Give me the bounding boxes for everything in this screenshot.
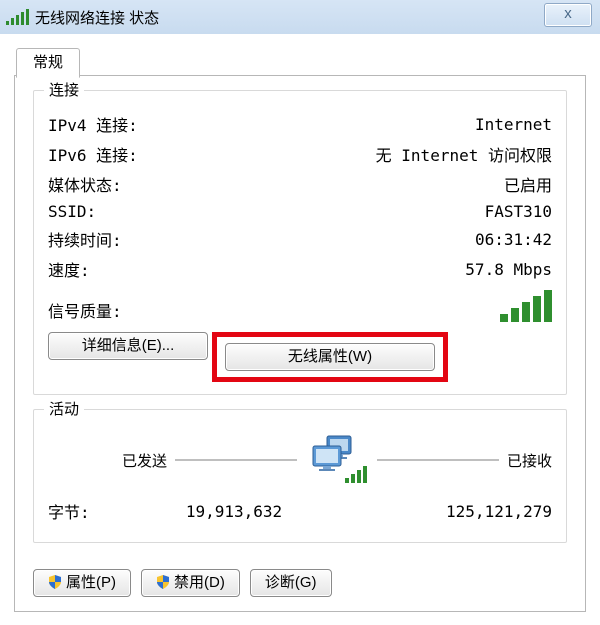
label-signal: 信号质量: [48,298,122,322]
client-area: 常规 连接 IPv4 连接: Internet IPv6 连接: 无 Inter… [0,34,600,625]
signal-bars-icon [500,290,552,322]
label-duration: 持续时间: [48,227,122,251]
value-duration: 06:31:42 [475,230,552,249]
label-bytes: 字节: [48,499,128,523]
highlight-wireless-properties: 无线属性(W) [212,332,448,382]
diagnose-button-label: 诊断(G) [265,574,317,591]
wifi-signal-icon [6,9,29,25]
connection-buttons: 详细信息(E)... 无线属性(W) [48,332,552,382]
activity-header-row: 已发送 [48,434,552,486]
tabstrip: 常规 [14,44,586,76]
label-ssid: SSID: [48,202,96,221]
label-speed: 速度: [48,257,90,281]
window-title: 无线网络连接 状态 [35,7,159,28]
disable-button[interactable]: 禁用(D) [141,569,240,597]
details-button[interactable]: 详细信息(E)... [48,332,208,360]
group-connection: 连接 IPv4 连接: Internet IPv6 连接: 无 Internet… [33,90,567,395]
label-received: 已接收 [507,450,552,471]
network-activity-icon [305,434,369,486]
label-ipv4: IPv4 连接: [48,112,138,136]
row-ipv4: IPv4 连接: Internet [48,109,552,139]
value-ssid: FAST310 [485,202,552,221]
group-activity: 活动 已发送 [33,409,567,543]
label-media: 媒体状态: [48,172,122,196]
window: 无线网络连接 状态 x 常规 连接 IPv4 连接: Internet IPv6… [0,0,600,625]
value-speed: 57.8 Mbps [465,260,552,279]
value-ipv6: 无 Internet 访问权限 [376,142,552,166]
divider-left [175,459,297,461]
properties-button-label: 属性(P) [66,574,116,591]
value-media: 已启用 [504,172,552,196]
value-bytes-received: 125,121,279 [340,502,552,521]
group-connection-legend: 连接 [44,79,84,100]
label-sent: 已发送 [122,450,167,471]
titlebar[interactable]: 无线网络连接 状态 x [0,0,600,35]
tab-general-label: 常规 [33,54,63,71]
tab-page: 连接 IPv4 连接: Internet IPv6 连接: 无 Internet… [14,76,586,612]
shield-icon [156,572,170,586]
row-duration: 持续时间: 06:31:42 [48,224,552,254]
disable-button-label: 禁用(D) [174,574,225,591]
row-media: 媒体状态: 已启用 [48,169,552,199]
close-icon: x [564,5,572,22]
row-ssid: SSID: FAST310 [48,199,552,224]
details-button-label: 详细信息(E)... [82,337,175,354]
row-signal: 信号质量: [48,290,552,322]
value-bytes-sent: 19,913,632 [128,502,340,521]
diagnose-button[interactable]: 诊断(G) [250,569,332,597]
tab-general[interactable]: 常规 [16,48,80,78]
divider-right [377,459,499,461]
wireless-properties-button[interactable]: 无线属性(W) [225,343,435,371]
shield-icon [48,572,62,586]
value-ipv4: Internet [475,115,552,134]
row-bytes: 字节: 19,913,632 125,121,279 [48,496,552,526]
row-ipv6: IPv6 连接: 无 Internet 访问权限 [48,139,552,169]
label-ipv6: IPv6 连接: [48,142,138,166]
properties-button[interactable]: 属性(P) [33,569,131,597]
close-button[interactable]: x [544,3,592,27]
bottom-button-row: 属性(P) 禁用(D) 诊断(G) [33,569,332,597]
wireless-properties-button-label: 无线属性(W) [288,348,372,365]
tabstrip-line [14,75,586,76]
group-activity-legend: 活动 [44,398,84,419]
row-speed: 速度: 57.8 Mbps [48,254,552,284]
